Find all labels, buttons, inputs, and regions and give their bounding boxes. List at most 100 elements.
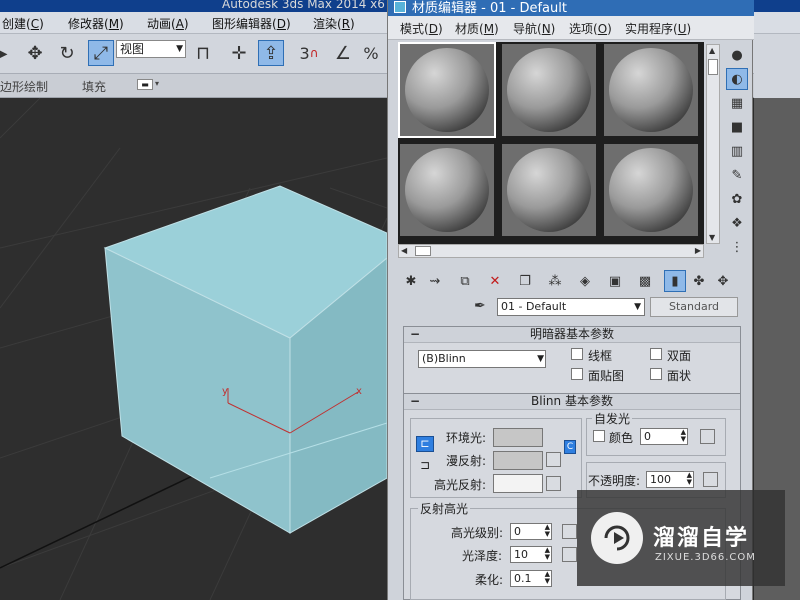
- chevron-right-icon[interactable]: ▶: [695, 246, 701, 255]
- me-menu-options[interactable]: 选项(O): [569, 20, 612, 37]
- rotate-icon[interactable]: ↻: [54, 40, 80, 66]
- options-icon[interactable]: ✿: [726, 188, 748, 210]
- make-preview-icon[interactable]: ✎: [726, 164, 748, 186]
- shader-type-select[interactable]: (B)Blinn ▼: [418, 350, 546, 368]
- get-material-icon[interactable]: ✱: [400, 270, 422, 292]
- lock-diffuse-specular-button[interactable]: ⊐: [416, 458, 434, 474]
- snap-3d-icon[interactable]: 3 ∩: [296, 40, 322, 66]
- menu-graph-editors[interactable]: 图形编辑器(D): [212, 15, 291, 32]
- video-color-check-icon[interactable]: ▥: [726, 140, 748, 162]
- material-id-channel-icon[interactable]: ▣: [604, 270, 626, 292]
- background-checker-icon[interactable]: ▦: [726, 92, 748, 114]
- diffuse-color-swatch[interactable]: [493, 451, 543, 470]
- select-by-material-icon[interactable]: ❖: [726, 212, 748, 234]
- me-menu-material[interactable]: 材质(M): [455, 20, 499, 37]
- spinner-arrows-icon[interactable]: ▲ ▼: [545, 571, 550, 585]
- assign-to-selection-icon[interactable]: ⧉: [454, 270, 476, 292]
- ribbon-tab-fill[interactable]: 填充: [82, 78, 106, 95]
- chevron-down-icon[interactable]: ▼: [709, 233, 715, 242]
- soften-spinner[interactable]: 0.1 ▲ ▼: [510, 570, 552, 587]
- menu-create[interactable]: 创建(C): [2, 15, 44, 32]
- sample-uv-tiling-icon[interactable]: ■: [726, 116, 748, 138]
- opacity-map-button[interactable]: [703, 472, 718, 487]
- viewport-scene: y x: [0, 98, 387, 600]
- menu-rendering[interactable]: 渲染(R): [313, 15, 355, 32]
- material-sample-slot[interactable]: [500, 142, 598, 238]
- spinner-arrows-icon[interactable]: ▲ ▼: [687, 472, 692, 486]
- specular-color-swatch[interactable]: [493, 474, 543, 493]
- axis-x-label: x: [356, 386, 362, 397]
- ribbon-dropdown[interactable]: ▬: [137, 79, 153, 90]
- make-copy-icon[interactable]: ❐: [514, 270, 536, 292]
- opacity-spinner[interactable]: 100 ▲ ▼: [646, 471, 694, 488]
- glossiness-spinner[interactable]: 10 ▲ ▼: [510, 546, 552, 563]
- reference-coord-select[interactable]: 视图 ▼: [116, 40, 186, 58]
- material-sample-slot[interactable]: [602, 42, 700, 138]
- menu-animation[interactable]: 动画(A): [147, 15, 189, 32]
- lock-icon[interactable]: C: [564, 440, 576, 454]
- go-forward-to-sibling-icon[interactable]: ✥: [712, 270, 734, 292]
- face-map-checkbox[interactable]: [571, 368, 583, 380]
- spinner-arrows-icon[interactable]: ▲ ▼: [681, 429, 686, 443]
- diffuse-map-button[interactable]: [546, 452, 561, 467]
- two-sided-checkbox[interactable]: [650, 348, 662, 360]
- me-menu-utilities[interactable]: 实用程序(U): [625, 20, 691, 37]
- specular-map-button[interactable]: [546, 476, 561, 491]
- shader-rollout-header[interactable]: − 明暗器基本参数: [404, 327, 740, 343]
- material-type-button[interactable]: Standard: [650, 297, 738, 317]
- spinner-arrows-icon[interactable]: ▲ ▼: [545, 547, 550, 561]
- specular-level-map-button[interactable]: [562, 524, 577, 539]
- scrollbar-thumb[interactable]: [415, 246, 431, 256]
- keyboard-shortcut-icon[interactable]: ⇪: [258, 40, 284, 66]
- make-unique-icon[interactable]: ⁂: [544, 270, 566, 292]
- me-menu-navigation[interactable]: 导航(N): [513, 20, 555, 37]
- self-illum-map-button[interactable]: [700, 429, 715, 444]
- scale-icon[interactable]: ⤢: [88, 40, 114, 66]
- faceted-checkbox[interactable]: [650, 368, 662, 380]
- sample-sphere: [507, 148, 591, 232]
- material-sample-slot[interactable]: [398, 142, 496, 238]
- material-name-field[interactable]: 01 - Default ▼: [497, 298, 645, 316]
- ribbon-tab-polydraw[interactable]: 多边形绘制: [0, 78, 48, 95]
- box-object[interactable]: [103, 185, 387, 534]
- material-map-navigator-icon[interactable]: ⋮: [726, 236, 748, 258]
- show-end-result-icon[interactable]: ▮: [664, 270, 686, 292]
- lock-ambient-diffuse-button[interactable]: ⊏: [416, 436, 434, 452]
- chevron-down-icon[interactable]: ▾: [155, 79, 159, 88]
- specular-level-spinner[interactable]: 0 ▲ ▼: [510, 523, 552, 540]
- select-tool-icon[interactable]: ▸: [0, 40, 16, 66]
- material-sample-slot[interactable]: [398, 42, 496, 138]
- sample-type-sphere-icon[interactable]: ●: [726, 44, 748, 66]
- chevron-up-icon[interactable]: ▲: [709, 46, 715, 55]
- move-icon[interactable]: ✥: [22, 40, 48, 66]
- perspective-viewport[interactable]: y x: [0, 98, 387, 600]
- put-to-library-icon[interactable]: ◈: [574, 270, 596, 292]
- wire-checkbox[interactable]: [571, 348, 583, 360]
- angle-snap-icon[interactable]: ∠: [330, 40, 356, 66]
- material-sample-slot[interactable]: [500, 42, 598, 138]
- menu-modifiers[interactable]: 修改器(M): [68, 15, 124, 32]
- slots-horizontal-scrollbar[interactable]: ◀ ▶: [398, 244, 704, 258]
- go-to-parent-icon[interactable]: ✤: [688, 270, 710, 292]
- pick-material-eyedropper-icon[interactable]: ✒: [474, 298, 486, 314]
- slots-vertical-scrollbar[interactable]: ▲ ▼: [706, 44, 720, 244]
- material-sample-slot[interactable]: [602, 142, 700, 238]
- show-shaded-material-icon[interactable]: ▩: [634, 270, 656, 292]
- material-editor-titlebar[interactable]: 材质编辑器 - 01 - Default: [388, 0, 754, 16]
- put-to-scene-icon[interactable]: ⇝: [424, 270, 446, 292]
- percent-snap-icon[interactable]: %: [358, 40, 384, 66]
- self-illum-color-checkbox[interactable]: [593, 430, 605, 442]
- spinner-arrows-icon[interactable]: ▲ ▼: [545, 524, 550, 538]
- backlight-icon[interactable]: ◐: [726, 68, 748, 90]
- pivot-icon[interactable]: ✛: [226, 40, 252, 66]
- blinn-rollout-header[interactable]: − Blinn 基本参数: [404, 394, 740, 410]
- glossiness-map-button[interactable]: [562, 547, 577, 562]
- chevron-down-icon: ▼: [176, 44, 183, 54]
- selection-center-icon[interactable]: ⊓: [190, 40, 216, 66]
- me-menu-modes[interactable]: 模式(D): [400, 20, 443, 37]
- ambient-color-swatch[interactable]: [493, 428, 543, 447]
- chevron-left-icon[interactable]: ◀: [401, 246, 407, 255]
- reset-map-icon[interactable]: ✕: [484, 270, 506, 292]
- self-illum-spinner[interactable]: 0 ▲ ▼: [640, 428, 688, 445]
- scrollbar-thumb[interactable]: [708, 59, 718, 75]
